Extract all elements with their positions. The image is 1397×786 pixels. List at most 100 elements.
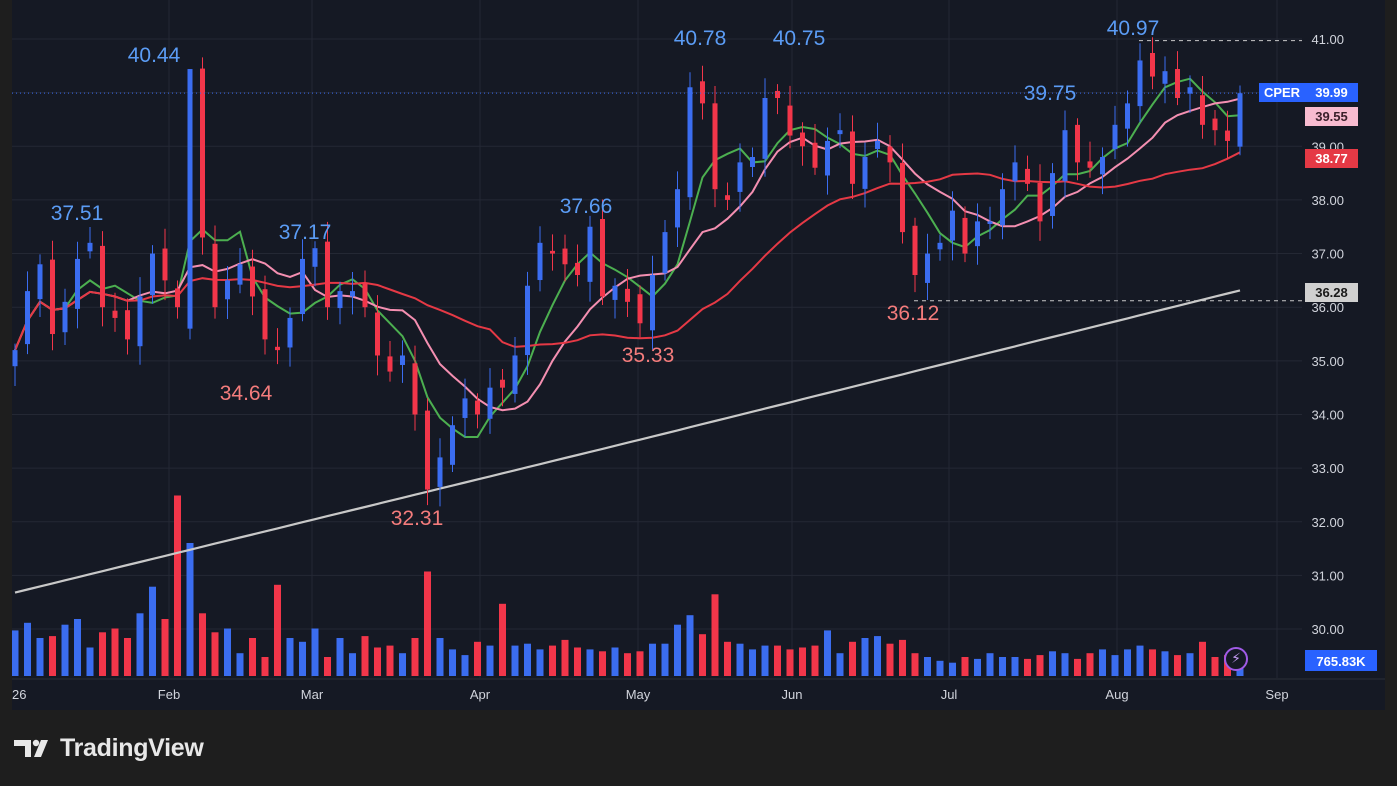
ma-mid-badge: 39.55 <box>1305 107 1358 126</box>
candle-body <box>1112 124 1118 150</box>
volume-bar <box>174 495 181 676</box>
candle-body <box>262 289 268 340</box>
candle-body <box>887 146 893 163</box>
volume-bar <box>774 645 781 676</box>
ma-slow-line <box>14 151 1241 351</box>
tradingview-logo[interactable]: TradingView <box>14 732 204 764</box>
volume-bar <box>899 639 906 676</box>
volume-bar <box>99 632 106 676</box>
candle-body <box>312 248 318 267</box>
chart-panel[interactable]: 40.44 37.51 37.17 37.66 40.78 40.75 39.75 40.97… <box>12 0 1385 710</box>
volume-bar <box>261 657 269 676</box>
candle-body <box>837 130 843 135</box>
volume-bar <box>961 657 969 676</box>
volume-bar <box>199 613 206 676</box>
volume-bar <box>761 645 769 676</box>
volume-bar <box>411 638 419 676</box>
volume-bar <box>1136 645 1144 676</box>
y-tick-label: 37.00 <box>1311 247 1344 262</box>
volume-bar <box>161 619 169 676</box>
volume-bar <box>274 584 281 676</box>
candle-body <box>687 87 693 198</box>
candle-body <box>1100 157 1105 175</box>
candle-body <box>975 221 980 247</box>
lightning-icon[interactable]: ⚡ <box>1224 647 1248 671</box>
candle-body <box>1037 182 1043 222</box>
candle-body <box>175 288 180 308</box>
volume-bar <box>611 647 619 676</box>
volume-bar <box>1086 653 1094 676</box>
volume-bar <box>986 653 994 676</box>
candle-body <box>550 250 555 254</box>
candle-body <box>212 243 218 308</box>
volume-bar <box>1211 657 1219 676</box>
volume-bar <box>136 613 144 676</box>
candle-body <box>587 226 593 282</box>
volume-bar <box>1186 653 1194 676</box>
candle-body <box>1237 93 1243 147</box>
candle-body <box>162 248 168 281</box>
candle-body <box>750 157 755 167</box>
candle-body <box>937 242 943 250</box>
annotation-high: 40.78 <box>674 27 727 50</box>
candle-body <box>387 356 393 372</box>
candle-body <box>300 258 305 315</box>
candle-body <box>925 253 930 283</box>
candle-body <box>987 221 993 224</box>
volume-bar <box>1124 649 1131 676</box>
volume-bar <box>374 647 381 676</box>
candle-body <box>1025 168 1030 184</box>
candle-body <box>462 398 468 418</box>
volume-bar <box>1174 655 1181 676</box>
candle-body <box>1062 130 1068 182</box>
volume-bar <box>736 643 744 676</box>
ticker-badge: CPER <box>1259 83 1305 102</box>
price-chart[interactable]: 40.4437.5137.1737.6640.78 40.7539.7540.97… <box>12 0 1385 710</box>
volume-bar <box>724 641 731 676</box>
annotation-high: 37.66 <box>560 195 613 218</box>
volume-bar <box>874 636 881 676</box>
volume-bar <box>649 643 656 676</box>
grid-layer <box>12 0 1385 680</box>
volume-bar <box>1099 649 1106 676</box>
candle-body <box>775 90 780 99</box>
y-tick-label: 36.00 <box>1311 300 1344 315</box>
candle-body <box>112 310 118 318</box>
volume-bar <box>1199 641 1206 676</box>
brand-name: TradingView <box>60 733 204 762</box>
volume-bar <box>574 647 581 676</box>
volume-bar <box>811 645 819 676</box>
volume-bar <box>424 571 431 676</box>
volume-bar <box>449 649 456 676</box>
volume-bar <box>111 628 119 676</box>
candle-body <box>1125 103 1130 129</box>
annotation-low: 32.31 <box>391 507 444 530</box>
x-tick-label: Jun <box>782 687 803 702</box>
candle-body <box>737 162 743 192</box>
volume-bar <box>999 657 1006 676</box>
candle-body <box>575 262 580 276</box>
candle-body <box>812 142 818 168</box>
candle-body <box>412 363 418 415</box>
x-tick-label: 2026 <box>12 687 26 702</box>
candle-body <box>25 291 30 345</box>
volume-bar <box>286 638 294 676</box>
volume-bar <box>236 653 244 676</box>
ma-long-badge: 36.28 <box>1305 283 1358 302</box>
volume-bar <box>536 649 544 676</box>
candle-body <box>650 275 655 331</box>
candle-body <box>287 317 293 348</box>
volume-bar <box>24 622 31 676</box>
ma-slow-badge-label: 38.77 <box>1315 151 1348 166</box>
axis-layer: 30.00 31.00 32.00 33.00 34.00 35.00 36.00 37.00… <box>12 32 1344 702</box>
volume-bar <box>336 638 344 676</box>
candle-body <box>512 355 518 394</box>
candle-body <box>87 242 93 252</box>
candle-body <box>900 162 905 233</box>
volume-bar <box>386 645 394 676</box>
volume-bar <box>699 634 706 676</box>
volume-bar <box>436 638 444 676</box>
candle-body <box>275 346 280 351</box>
volume-bar <box>861 638 869 676</box>
y-tick-label: 38.00 <box>1311 193 1344 208</box>
